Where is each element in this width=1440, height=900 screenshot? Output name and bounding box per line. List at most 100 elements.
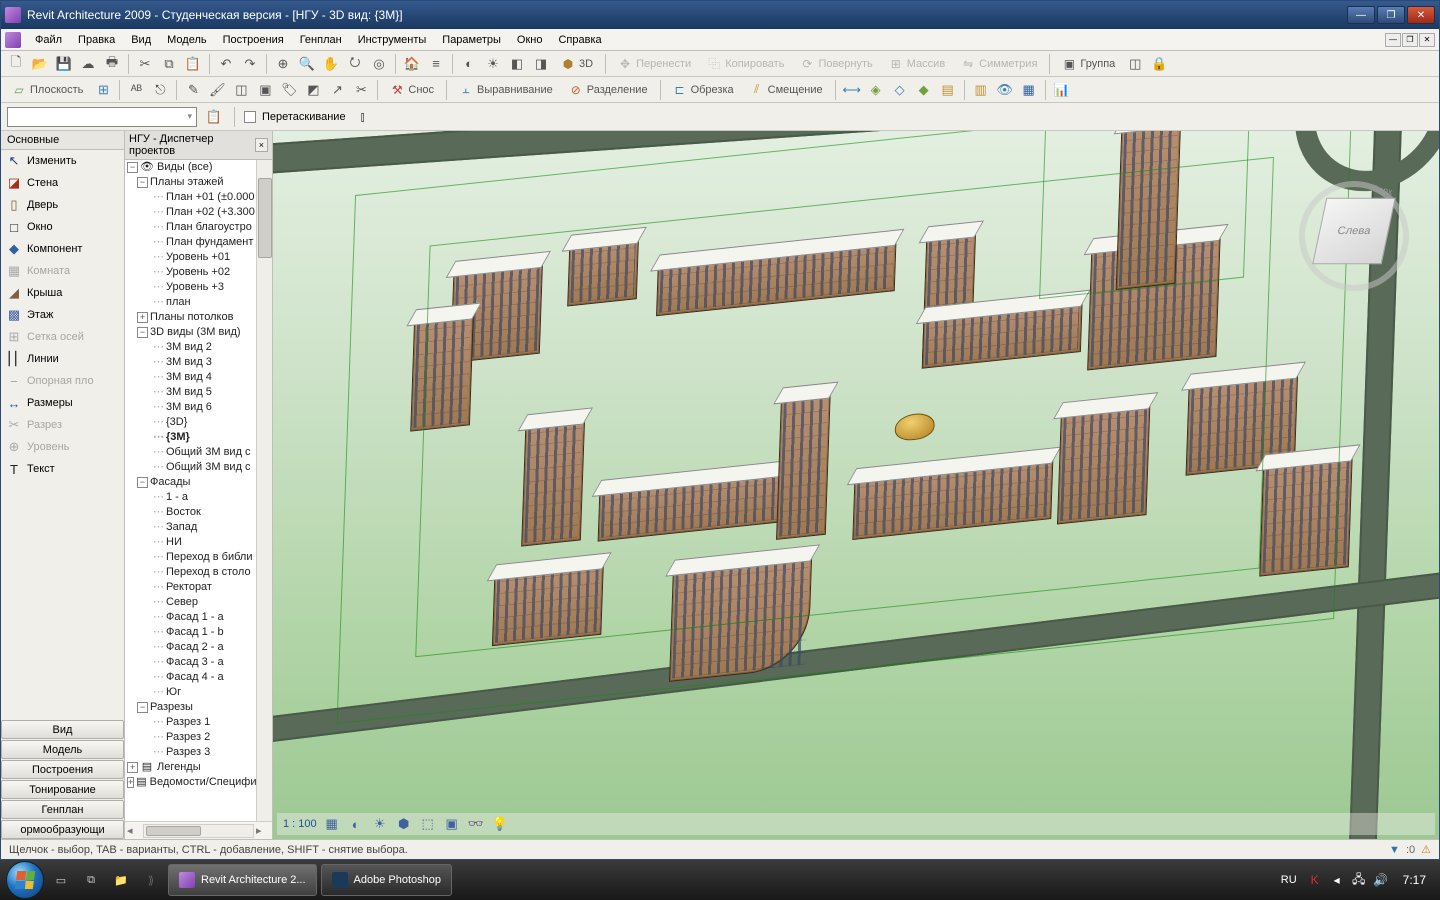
language-indicator[interactable]: RU bbox=[1277, 872, 1301, 888]
zoom-region-icon[interactable]: 🔍 bbox=[296, 53, 318, 75]
print-icon[interactable]: 🖶 bbox=[101, 53, 123, 75]
offset-button[interactable]: ⫽Смещение bbox=[743, 79, 830, 101]
tree-item[interactable]: ⋯1 - a bbox=[125, 490, 256, 505]
tree-item[interactable]: ⋯Переход в столо bbox=[125, 565, 256, 580]
view3d-button[interactable]: ⬢3D bbox=[554, 53, 600, 75]
workplane-button[interactable]: ▱Плоскость bbox=[5, 79, 90, 101]
split-face-icon[interactable]: ◫ bbox=[230, 79, 252, 101]
tree-item[interactable]: ⋯Разрез 2 bbox=[125, 730, 256, 745]
tree-item[interactable]: ⋯Разрез 3 bbox=[125, 745, 256, 760]
tree-item[interactable]: ⋯3М вид 4 bbox=[125, 370, 256, 385]
scrollbar-thumb[interactable] bbox=[258, 178, 272, 258]
tree-item[interactable]: ⋯3М вид 5 bbox=[125, 385, 256, 400]
tree-item[interactable]: ⋯План +01 (±0.000 bbox=[125, 190, 256, 205]
tree-item[interactable]: ⋯Фасад 3 - a bbox=[125, 655, 256, 670]
tree-item[interactable]: ⋯3М вид 3 bbox=[125, 355, 256, 370]
design-tool-изменить[interactable]: ↖Изменить bbox=[1, 150, 124, 172]
tag-icon[interactable]: 🏷 bbox=[278, 79, 300, 101]
viewcube[interactable]: Слева Верх bbox=[1299, 181, 1409, 291]
design-tab[interactable]: Тонирование bbox=[1, 780, 124, 799]
mdi-restore[interactable]: ❐ bbox=[1402, 33, 1418, 47]
thin-lines-icon[interactable]: ≡ bbox=[425, 53, 447, 75]
design-tab[interactable]: Генплан bbox=[1, 800, 124, 819]
join-icon[interactable]: ▣ bbox=[254, 79, 276, 101]
tray-kaspersky-icon[interactable]: K bbox=[1307, 872, 1323, 888]
view-template-icon[interactable]: ▤ bbox=[937, 79, 959, 101]
tray-chevron-icon[interactable]: ◂ bbox=[1329, 872, 1345, 888]
split-button[interactable]: ⊘Разделение bbox=[562, 79, 655, 101]
filter-funnel-icon[interactable]: ⫾ bbox=[352, 106, 374, 128]
tree-item[interactable]: +Планы потолков bbox=[125, 310, 256, 325]
tree-item[interactable]: ⋯{3D} bbox=[125, 415, 256, 430]
tree-item[interactable]: ⋯3М вид 2 bbox=[125, 340, 256, 355]
tree-item[interactable]: +▤Легенды bbox=[125, 760, 256, 775]
view-default-icon[interactable]: 🏠 bbox=[401, 53, 423, 75]
tree-item[interactable]: ⋯Разрез 1 bbox=[125, 715, 256, 730]
tree-item[interactable]: −Разрезы bbox=[125, 700, 256, 715]
design-tab[interactable]: Вид bbox=[1, 720, 124, 739]
undo-icon[interactable]: ↶ bbox=[215, 53, 237, 75]
spelling-icon[interactable]: ᴬᴮ bbox=[125, 79, 147, 101]
drag-icon[interactable]: ⊕ bbox=[272, 53, 294, 75]
shading-icon[interactable]: ◐ bbox=[458, 53, 480, 75]
close-icon[interactable]: × bbox=[255, 138, 268, 152]
crop-view-icon[interactable]: ⬚ bbox=[419, 815, 437, 833]
sun-icon[interactable]: ☀ bbox=[482, 53, 504, 75]
menu-modelling[interactable]: Построения bbox=[215, 32, 292, 48]
taskbar-item-revit[interactable]: Revit Architecture 2... bbox=[168, 864, 317, 896]
project-tree[interactable]: −👁Виды (все)−Планы этажей⋯План +01 (±0.0… bbox=[125, 160, 256, 821]
tree-item[interactable]: ⋯Запад bbox=[125, 520, 256, 535]
scrollbar-horizontal[interactable] bbox=[143, 824, 254, 838]
explorer-icon[interactable]: 📁 bbox=[108, 866, 134, 894]
tree-item[interactable]: ⋯План благоустро bbox=[125, 220, 256, 235]
press-drag-checkbox[interactable] bbox=[244, 111, 256, 123]
tree-item[interactable]: ⋯Общий 3М вид с bbox=[125, 445, 256, 460]
section-icon[interactable]: ✂ bbox=[350, 79, 372, 101]
menu-site[interactable]: Генплан bbox=[292, 32, 350, 48]
render-dialog-icon[interactable]: ⬢ bbox=[395, 815, 413, 833]
group-button[interactable]: ▣Группа bbox=[1055, 53, 1122, 75]
arrow-icon[interactable]: ↗ bbox=[326, 79, 348, 101]
tree-item[interactable]: −👁Виды (все) bbox=[125, 160, 256, 175]
menu-view[interactable]: Вид bbox=[123, 32, 159, 48]
model-graphics-icon[interactable]: ◐ bbox=[347, 815, 365, 833]
menu-settings[interactable]: Параметры bbox=[434, 32, 509, 48]
pan-icon[interactable]: ✋ bbox=[320, 53, 342, 75]
match-icon[interactable]: ⎋ bbox=[149, 79, 171, 101]
tree-item[interactable]: ⋯{3M} bbox=[125, 430, 256, 445]
wheel-icon[interactable]: ◎ bbox=[368, 53, 390, 75]
design-tool-этаж[interactable]: ▩Этаж bbox=[1, 304, 124, 326]
mdi-close[interactable]: ✕ bbox=[1419, 33, 1435, 47]
paint-icon[interactable]: 🖌 bbox=[206, 79, 228, 101]
tag-by-cat-icon[interactable]: ◇ bbox=[889, 79, 911, 101]
tree-item[interactable]: ⋯Уровень +3 bbox=[125, 280, 256, 295]
design-tool-стена[interactable]: ◪Стена bbox=[1, 172, 124, 194]
linework-icon[interactable]: ✎ bbox=[182, 79, 204, 101]
crop-region-icon[interactable]: ▣ bbox=[443, 815, 461, 833]
warning-icon[interactable]: ⚠ bbox=[1421, 843, 1431, 856]
tree-item[interactable]: ⋯Уровень +02 bbox=[125, 265, 256, 280]
visibility-icon[interactable]: 👁 bbox=[994, 79, 1016, 101]
tree-item[interactable]: −Фасады bbox=[125, 475, 256, 490]
filter-funnel-icon[interactable]: ▼ bbox=[1389, 844, 1400, 856]
grid-icon[interactable]: ⊞ bbox=[92, 79, 114, 101]
tree-item[interactable]: +▤Ведомости/Специфик bbox=[125, 775, 256, 790]
align-button[interactable]: ⫠Выравнивание bbox=[452, 79, 560, 101]
design-tab[interactable]: ормообразующи bbox=[1, 820, 124, 839]
tree-item[interactable]: ⋯Север bbox=[125, 595, 256, 610]
menu-tools[interactable]: Инструменты bbox=[350, 32, 435, 48]
tree-item[interactable]: ⋯Ректорат bbox=[125, 580, 256, 595]
multi-cat-icon[interactable]: ◆ bbox=[913, 79, 935, 101]
tree-item[interactable]: ⋯Переход в библи bbox=[125, 550, 256, 565]
design-tool-размеры[interactable]: ↔Размеры bbox=[1, 392, 124, 414]
tree-item[interactable]: ⋯Фасад 2 - a bbox=[125, 640, 256, 655]
cut-icon[interactable]: ✂ bbox=[134, 53, 156, 75]
minimize-button[interactable]: — bbox=[1347, 6, 1375, 24]
tree-item[interactable]: ⋯Общий 3М вид с bbox=[125, 460, 256, 475]
open-icon[interactable]: 📂 bbox=[29, 53, 51, 75]
tree-item[interactable]: ⋯План +02 (+3.300 bbox=[125, 205, 256, 220]
tree-item[interactable]: ⋯план bbox=[125, 295, 256, 310]
detail-level-icon[interactable]: ▦ bbox=[323, 815, 341, 833]
maximize-button[interactable]: ❐ bbox=[1377, 6, 1405, 24]
save-icon[interactable]: 💾 bbox=[53, 53, 75, 75]
